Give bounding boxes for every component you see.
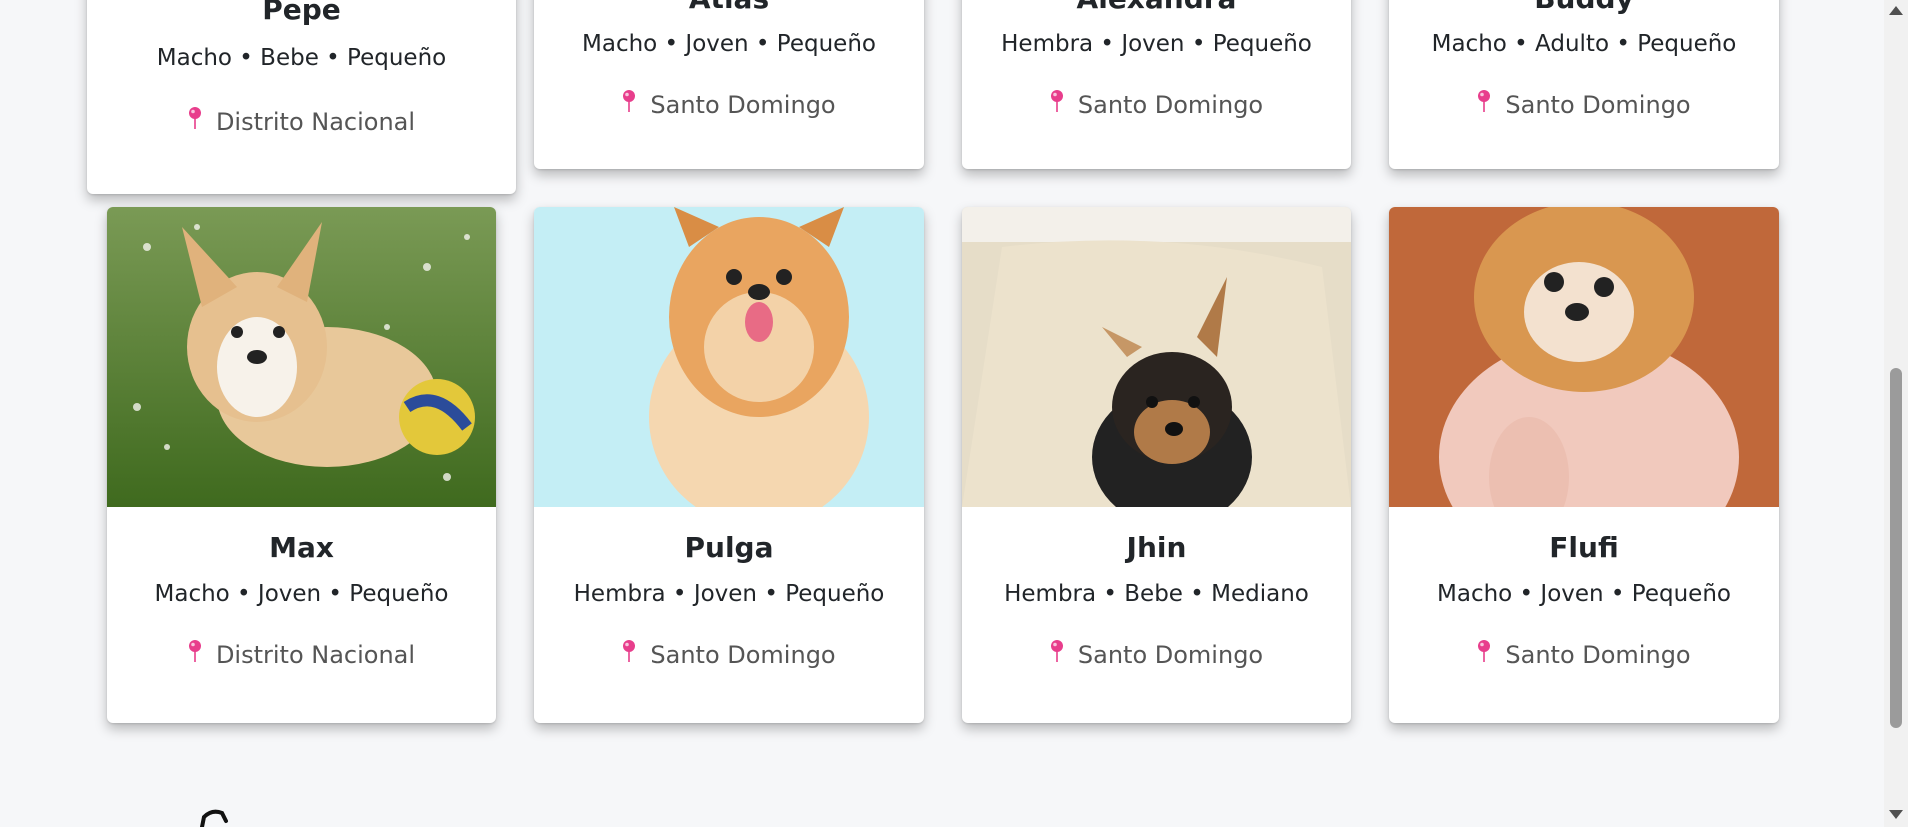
pet-name: Jhin [1126,531,1187,564]
map-pin-icon [1050,90,1063,112]
pet-location: Santo Domingo [534,90,924,119]
pet-card-jhin[interactable]: Jhin Hembra • Bebe • Mediano Santo Domin… [962,207,1351,723]
pet-location: Distrito Nacional [87,107,516,136]
pet-attributes: Macho • Adulto • Pequeño [1431,31,1737,57]
pet-attributes: Macho • Joven • Pequeño [582,31,876,57]
pet-name: Buddy [1389,0,1779,15]
pet-card-pepe[interactable]: Pepe Macho • Bebe • Pequeño Distrito Nac… [87,0,516,194]
page-scrollbar[interactable] [1884,0,1908,827]
pet-location-text: Distrito Nacional [215,641,416,669]
pet-name: Pepe [262,0,341,26]
map-pin-icon [623,640,636,662]
pet-location: Santo Domingo [534,640,924,669]
pet-attributes: Hembra • Joven • Pequeño [1001,31,1312,57]
pet-name: Pulga [684,531,774,564]
pet-photo [1389,207,1779,507]
pet-attributes: Macho • Bebe • Pequeño [156,45,447,71]
pet-location-text: Santo Domingo [650,91,836,119]
pet-card-atlas[interactable]: Macho • Joven • Pequeño Atlas Santo Domi… [534,0,924,169]
map-pin-icon [188,640,201,662]
pet-attributes: Hembra • Bebe • Mediano [1004,581,1309,607]
map-pin-icon [1478,640,1491,662]
pet-card-pulga[interactable]: Pulga Hembra • Joven • Pequeño Santo Dom… [534,207,924,723]
scroll-thumb[interactable] [1890,368,1902,728]
pet-photo [962,207,1351,507]
pet-card-alexandra[interactable]: Alexandra Hembra • Joven • Pequeño Santo… [962,0,1351,169]
pet-name: Max [269,531,334,564]
map-pin-icon [623,90,636,112]
pet-attributes: Hembra • Joven • Pequeño [573,581,885,607]
pet-location-text: Santo Domingo [650,641,836,669]
map-pin-icon [1478,90,1491,112]
pet-location-text: Santo Domingo [1505,91,1691,119]
pet-photo [534,207,924,507]
pet-name: Atlas [534,0,924,15]
pet-photo [107,207,496,507]
pet-card-max[interactable]: Max Macho • Joven • Pequeño Distrito Nac… [107,207,496,723]
map-pin-icon [188,107,201,129]
pet-location: Santo Domingo [962,90,1351,119]
scroll-up-arrow-icon[interactable] [1889,6,1903,15]
pet-location: Santo Domingo [962,640,1351,669]
scroll-down-arrow-icon[interactable] [1889,810,1903,819]
pet-location-text: Distrito Nacional [215,108,416,136]
pet-attributes: Macho • Joven • Pequeño [1437,581,1731,607]
pet-card-flufi[interactable]: Flufi Macho • Joven • Pequeño Santo Domi… [1389,207,1779,723]
pet-location: Santo Domingo [1389,640,1779,669]
footer-logo-icon [200,809,228,827]
pet-location: Santo Domingo [1389,90,1779,119]
pet-name: Flufi [1549,531,1619,564]
pet-location-text: Santo Domingo [1505,641,1691,669]
pet-location-text: Santo Domingo [1077,91,1264,119]
pet-card-buddy[interactable]: Buddy Macho • Adulto • Pequeño Santo Dom… [1389,0,1779,169]
map-pin-icon [1050,640,1063,662]
pet-location: Distrito Nacional [107,640,496,669]
pet-location-text: Santo Domingo [1077,641,1264,669]
pet-attributes: Macho • Joven • Pequeño [154,581,449,607]
pet-name: Alexandra [962,0,1351,15]
